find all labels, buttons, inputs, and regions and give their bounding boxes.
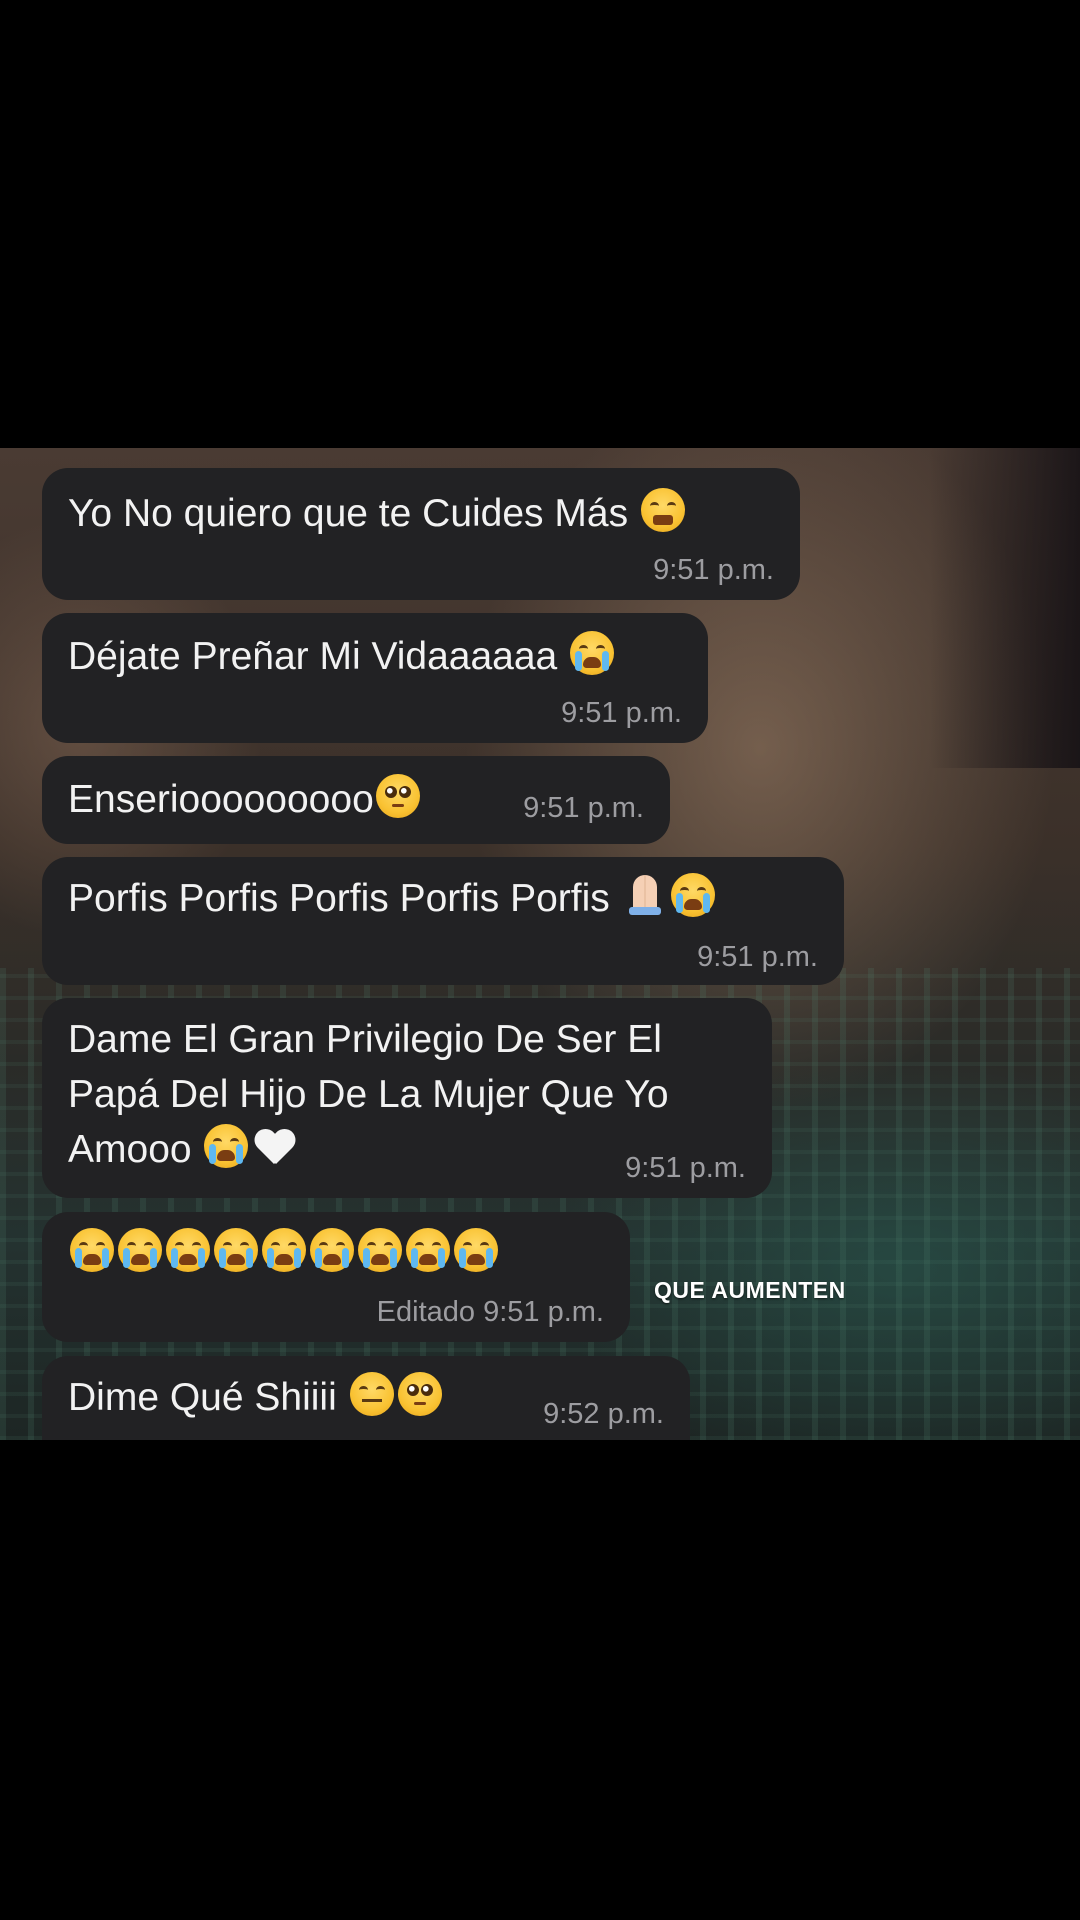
message-bubble-2[interactable]: Déjate Preñar Mi Vidaaaaaa 9:51 p.m.	[42, 613, 708, 743]
message-text-line-3: Amooo	[68, 1128, 192, 1171]
message-text-7: Dime Qué Shiiii	[68, 1370, 444, 1425]
message-text-2: Déjate Preñar Mi Vidaaaaaa	[68, 629, 616, 684]
message-time: 9:51 p.m.	[625, 1152, 746, 1184]
background-shadow	[930, 448, 1080, 768]
folded-hands-icon	[623, 873, 667, 917]
message-text-3: Enseriooooooooo	[68, 772, 422, 827]
loudly-crying-face-icon	[406, 1228, 450, 1272]
loudly-crying-face-icon	[670, 873, 715, 917]
message-time: Editado 9:51 p.m.	[377, 1296, 604, 1329]
loudly-crying-face-icon	[70, 1228, 114, 1272]
message-bubble-7[interactable]: Dime Qué Shiiii 9:52 p.m.	[42, 1356, 690, 1440]
message-time-value: 9:51 p.m.	[483, 1296, 604, 1328]
message-text-line-1: Dame El Gran Privilegio De Ser El	[68, 1018, 662, 1061]
loudly-crying-face-icon	[358, 1228, 402, 1272]
loudly-crying-face-icon	[454, 1228, 498, 1272]
edited-label: Editado	[376, 1296, 476, 1328]
message-text: Dime Qué Shiiii	[68, 1376, 337, 1419]
video-caption: QUE AUMENTEN	[654, 1277, 846, 1303]
message-bubble-1[interactable]: Yo No quiero que te Cuides Más 9:51 p.m.	[42, 468, 800, 600]
message-text-5: Dame El Gran Privilegio De Ser El Papá De…	[68, 1012, 669, 1177]
white-heart-icon	[254, 1128, 296, 1168]
pleading-face-icon	[397, 1372, 442, 1416]
message-text-line-2: Papá Del Hijo De La Mujer Que Yo	[68, 1073, 669, 1116]
tired-face-icon	[640, 488, 685, 532]
message-text: Porfis Porfis Porfis Porfis Porfis	[68, 877, 610, 920]
message-text: Enseriooooooooo	[68, 778, 374, 821]
message-time: 9:51 p.m.	[697, 941, 818, 973]
message-time: 9:51 p.m.	[523, 792, 644, 824]
message-bubble-3[interactable]: Enseriooooooooo 9:51 p.m.	[42, 756, 670, 844]
loudly-crying-face-icon	[166, 1228, 210, 1272]
loudly-crying-face-icon	[118, 1228, 162, 1272]
message-bubble-5[interactable]: Dame El Gran Privilegio De Ser El Papá De…	[42, 998, 772, 1198]
pleading-face-icon	[375, 774, 420, 818]
message-time: 9:51 p.m.	[653, 554, 774, 586]
loudly-crying-face-icon	[310, 1228, 354, 1272]
emoji-row	[68, 1226, 500, 1281]
message-text-1: Yo No quiero que te Cuides Más	[68, 486, 687, 541]
loudly-crying-face-icon	[214, 1228, 258, 1272]
loudly-crying-face-icon	[262, 1228, 306, 1272]
message-text: Déjate Preñar Mi Vidaaaaaa	[68, 635, 558, 678]
message-text-4: Porfis Porfis Porfis Porfis Porfis	[68, 871, 717, 926]
message-text: Yo No quiero que te Cuides Más	[68, 492, 629, 535]
message-bubble-6[interactable]: Editado 9:51 p.m.	[42, 1212, 630, 1342]
message-time: 9:52 p.m.	[543, 1398, 664, 1430]
loudly-crying-face-icon	[204, 1124, 249, 1168]
message-time: 9:51 p.m.	[561, 697, 682, 729]
message-bubble-4[interactable]: Porfis Porfis Porfis Porfis Porfis 9:51 …	[42, 857, 844, 985]
confounded-face-icon	[349, 1372, 394, 1416]
loudly-crying-face-icon	[570, 631, 615, 675]
